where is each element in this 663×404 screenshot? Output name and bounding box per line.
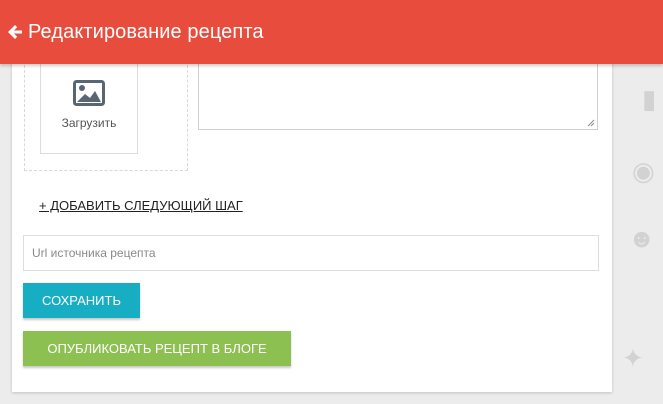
step-description-textarea[interactable] [198,60,598,130]
arrow-left-icon[interactable] [6,23,24,41]
upload-image-button[interactable]: Загрузить [40,60,138,154]
add-next-step-link[interactable]: + ДОБАВИТЬ СЛЕДУЮЩИЙ ШАГ [39,198,243,213]
background-decor-icon: ✦ [622,343,644,373]
background-decor-icon: ▮ [642,84,657,114]
background-decor-icon: ◉ [632,156,655,186]
publish-to-blog-button[interactable]: ОПУБЛИКОВАТЬ РЕЦЕПТ В БЛОГЕ [23,331,291,366]
save-button[interactable]: СОХРАНИТЬ [23,283,140,318]
source-url-input[interactable] [23,235,599,271]
app-header: Редактирование рецепта [0,0,663,64]
image-icon [73,80,105,106]
upload-label: Загрузить [61,116,117,130]
background-decor-icon: ☻ [628,223,656,253]
page-title: Редактирование рецепта [28,20,264,43]
resize-grip-icon[interactable] [587,119,595,127]
